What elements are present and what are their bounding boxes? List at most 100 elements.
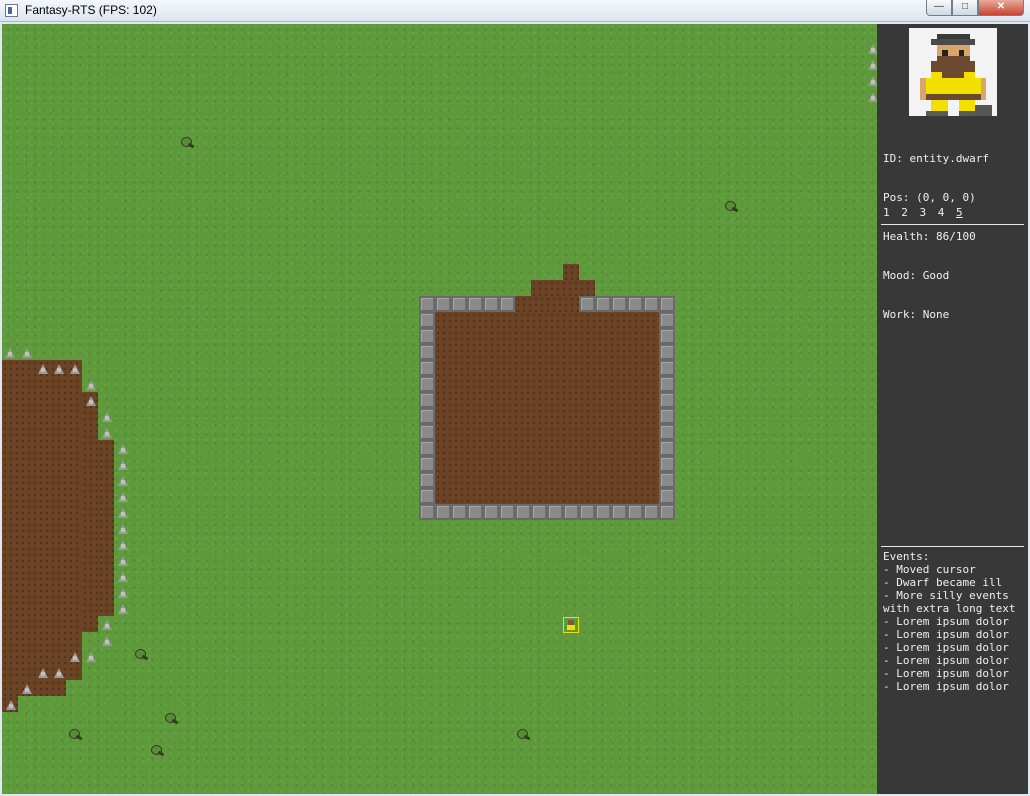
- rock-tile: [118, 572, 128, 582]
- shrub: [134, 648, 148, 662]
- portrait-pixel: [964, 72, 975, 78]
- title-bar[interactable]: Fantasy-RTS (FPS: 102) — □ ✕: [0, 0, 1030, 22]
- stone-wall-tile: [547, 504, 563, 520]
- close-button[interactable]: ✕: [978, 0, 1024, 16]
- rock-tile: [118, 556, 128, 566]
- rock-tile: [5, 348, 15, 358]
- stone-wall-tile: [515, 504, 531, 520]
- event-item: - Lorem ipsum dolor: [883, 615, 1009, 628]
- rock-tile: [86, 396, 96, 406]
- stone-wall-tile: [659, 344, 675, 360]
- stone-wall-tile: [659, 424, 675, 440]
- dirt-area-left: [98, 440, 114, 616]
- stone-wall-tile: [659, 440, 675, 456]
- stone-wall-tile: [579, 296, 595, 312]
- side-panel: ID: entity.dwarf Pos: (0, 0, 0) Health: …: [877, 24, 1028, 794]
- rock-tile: [38, 668, 48, 678]
- rock-tile: [868, 60, 877, 70]
- divider: [881, 546, 1024, 547]
- rock-tile: [86, 652, 96, 662]
- rock-tile: [70, 652, 80, 662]
- shrub: [150, 744, 164, 758]
- portrait-pixel: [980, 77, 986, 100]
- building-doorway: [515, 296, 579, 312]
- stone-wall-tile: [643, 504, 659, 520]
- tab-2[interactable]: 2: [901, 206, 908, 219]
- shrub: [724, 200, 738, 214]
- maximize-button[interactable]: □: [952, 0, 978, 16]
- app-icon: [5, 4, 18, 17]
- game-client: ID: entity.dwarf Pos: (0, 0, 0) Health: …: [2, 24, 1028, 794]
- minimize-button[interactable]: —: [926, 0, 952, 16]
- shrub: [68, 728, 82, 742]
- selected-dwarf-unit[interactable]: [563, 617, 579, 633]
- rock-tile: [54, 364, 64, 374]
- rock-tile: [86, 380, 96, 390]
- stone-wall-tile: [435, 296, 451, 312]
- shrub: [164, 712, 178, 726]
- stone-wall-tile: [659, 296, 675, 312]
- event-log-header: Events:: [883, 550, 930, 563]
- tab-4[interactable]: 4: [938, 206, 945, 219]
- stone-wall-tile: [611, 504, 627, 520]
- stone-wall-tile: [467, 504, 483, 520]
- entity-pos: Pos: (0, 0, 0): [883, 191, 976, 204]
- portrait-pixel: [925, 77, 981, 94]
- event-item: - Lorem ipsum dolor: [883, 667, 1009, 680]
- rock-tile: [868, 44, 877, 54]
- building-doorway: [531, 280, 595, 296]
- entity-info: ID: entity.dwarf Pos: (0, 0, 0) Health: …: [883, 126, 989, 347]
- rock-tile: [868, 76, 877, 86]
- event-item: - Lorem ipsum dolor: [883, 641, 1009, 654]
- building-floor: [435, 312, 659, 504]
- event-item: - Lorem ipsum dolor: [883, 680, 1009, 693]
- building-doorway: [563, 264, 579, 280]
- stone-wall-tile: [659, 392, 675, 408]
- stone-wall-tile: [419, 504, 435, 520]
- stone-wall-tile: [419, 328, 435, 344]
- stone-wall-tile: [563, 504, 579, 520]
- stone-wall-tile: [627, 296, 643, 312]
- shrub: [180, 136, 194, 150]
- stone-wall-tile: [419, 488, 435, 504]
- rock-tile: [118, 460, 128, 470]
- stone-wall-tile: [659, 376, 675, 392]
- portrait-pixel: [975, 105, 992, 116]
- event-log: Events: - Moved cursor - Dwarf became il…: [883, 550, 1025, 693]
- stone-wall-tile: [659, 504, 675, 520]
- divider: [881, 224, 1024, 225]
- stone-wall-tile: [659, 312, 675, 328]
- stone-wall-tile: [483, 504, 499, 520]
- rock-tile: [118, 604, 128, 614]
- stone-wall-tile: [483, 296, 499, 312]
- stone-wall-tile: [627, 504, 643, 520]
- rock-tile: [38, 364, 48, 374]
- rock-tile: [102, 428, 112, 438]
- stone-wall-tile: [419, 312, 435, 328]
- rock-tile: [54, 668, 64, 678]
- event-item: - Moved cursor: [883, 563, 976, 576]
- rock-tile: [6, 700, 16, 710]
- tab-1[interactable]: 1: [883, 206, 890, 219]
- game-map[interactable]: [2, 24, 877, 794]
- rock-tile: [102, 412, 112, 422]
- stone-wall-tile: [499, 504, 515, 520]
- stone-wall-tile: [419, 440, 435, 456]
- rock-tile: [22, 684, 32, 694]
- stone-wall-tile: [659, 472, 675, 488]
- stone-wall-tile: [467, 296, 483, 312]
- tab-3[interactable]: 3: [920, 206, 927, 219]
- stone-wall-tile: [499, 296, 515, 312]
- stone-wall-tile: [419, 456, 435, 472]
- stone-wall-tile: [419, 472, 435, 488]
- window-title: Fantasy-RTS (FPS: 102): [25, 3, 157, 17]
- rock-tile: [70, 364, 80, 374]
- event-item: - Lorem ipsum dolor: [883, 628, 1009, 641]
- rock-tile: [102, 620, 112, 630]
- stone-wall-tile: [451, 504, 467, 520]
- stone-wall-tile: [659, 488, 675, 504]
- portrait-pixel: [931, 99, 948, 111]
- dwarf-portrait: [909, 28, 997, 116]
- event-item: - Lorem ipsum dolor: [883, 654, 1009, 667]
- tab-5[interactable]: 5: [956, 206, 963, 219]
